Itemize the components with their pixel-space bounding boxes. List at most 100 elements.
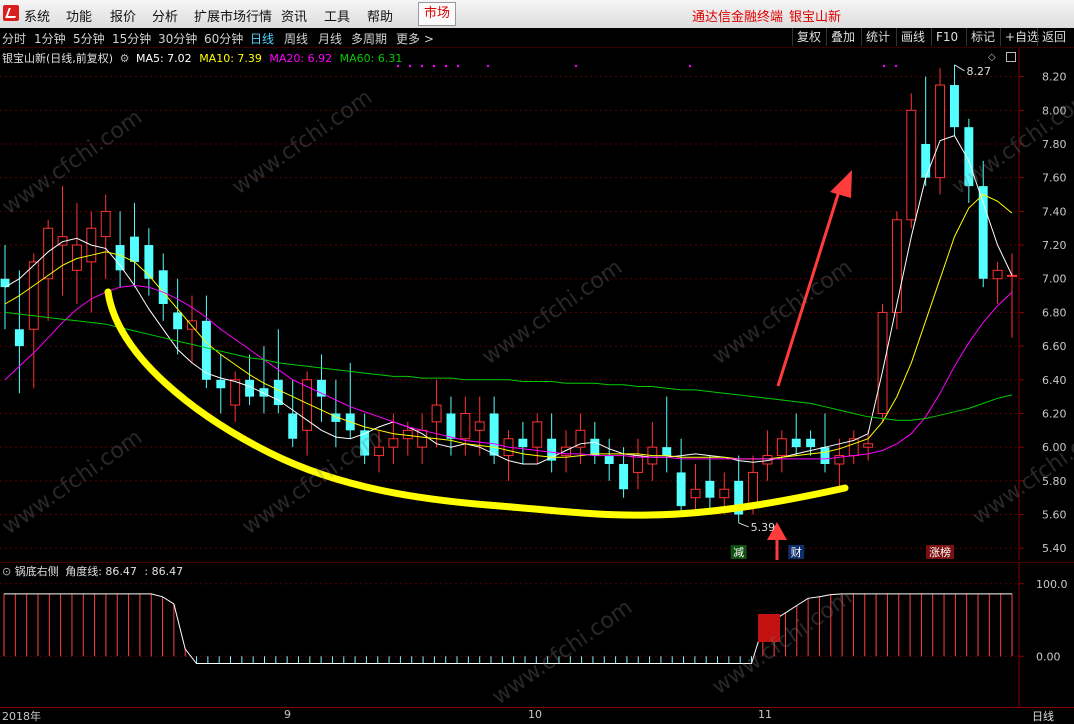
candle-body-down [216, 379, 226, 389]
indicator-axis: 100.0 0.00 [1019, 578, 1068, 663]
brand-name: 通达信金融终端 [692, 10, 784, 25]
event-marker-label: 财 [791, 545, 802, 559]
top-dot-mark [396, 64, 400, 68]
candle-body-down [273, 379, 283, 406]
event-markers: 减 财 涨榜 [730, 545, 955, 559]
period-intraday[interactable]: 分时 [2, 30, 26, 47]
statistics-button[interactable]: 统计 [861, 28, 894, 46]
y-tick-label: 6.80 [1042, 306, 1067, 319]
mark-button[interactable]: 标记 [966, 28, 999, 46]
brand-title: 通达信金融终端 银宝山新 [692, 6, 841, 25]
candle-body-down [115, 245, 125, 271]
candle-body-up [748, 471, 759, 507]
candle-body-down [791, 438, 801, 448]
low-price-label: 5.39 [751, 521, 776, 534]
x-axis-period-label: 日线 [1032, 710, 1054, 723]
candle-body-up [1007, 274, 1017, 277]
candle-body-down [978, 186, 988, 279]
indicator-value: : 86.47 [144, 565, 184, 578]
y-tick-label: 6.20 [1042, 407, 1067, 420]
candle-body-up [575, 429, 586, 448]
candle-body-down [130, 236, 139, 262]
period-60min[interactable]: 60分钟 [204, 30, 243, 47]
app-logo-icon[interactable] [3, 5, 19, 21]
adjust-button[interactable]: 复权 [792, 28, 825, 46]
indicator-angle-line: 角度线: 86.47 [65, 565, 137, 578]
period-more[interactable]: 更多 > [396, 30, 434, 47]
y-tick-label: 6.40 [1042, 374, 1067, 387]
candle-body-up [532, 421, 543, 448]
back-button[interactable]: 返回 [1037, 28, 1070, 46]
event-marker-label: 涨榜 [929, 545, 951, 559]
candle-body-up [402, 429, 413, 440]
candlestick-chart[interactable]: 8.208.007.807.607.407.207.006.806.606.40… [0, 48, 1074, 560]
candle-body-up [992, 269, 1003, 280]
candle-body-down [489, 413, 499, 456]
period-multi[interactable]: 多周期 [351, 30, 387, 47]
stock-name: 银宝山新 [789, 10, 842, 25]
candle-body-up [906, 109, 917, 221]
top-dot-mark [432, 64, 436, 68]
menu-item-tools[interactable]: 工具 [324, 6, 350, 25]
candle-body-down [662, 447, 672, 456]
candle-body-down [820, 447, 830, 464]
f10-button[interactable]: F10 [931, 28, 962, 46]
candle-body-up [474, 421, 485, 431]
candle-body-down [676, 472, 686, 507]
y-tick-label: 5.40 [1042, 542, 1067, 555]
period-30min[interactable]: 30分钟 [158, 30, 197, 47]
y-tick-label: 7.60 [1042, 172, 1067, 185]
y-tick-label: 7.40 [1042, 205, 1067, 218]
top-dot-mark [444, 64, 448, 68]
period-daily[interactable]: 日线 [250, 30, 274, 47]
period-1min[interactable]: 1分钟 [34, 30, 66, 47]
high-price-label: 8.27 [966, 65, 991, 78]
indicator-angle-line [4, 593, 1012, 664]
y-tick-label: 8.20 [1042, 71, 1067, 84]
x-label-11: 11 [758, 708, 772, 721]
overlay-button[interactable]: 叠加 [826, 28, 859, 46]
y-tick-label: 6.60 [1042, 340, 1067, 353]
candle-body-down [806, 438, 816, 448]
candle-body-down [288, 413, 298, 439]
candle-body-up [460, 412, 471, 440]
menu-item-extended-market[interactable]: 扩展市场行情 [194, 6, 272, 25]
draw-line-button[interactable]: 画线 [896, 28, 929, 46]
candle-body-down [144, 245, 154, 279]
period-monthly[interactable]: 月线 [318, 30, 342, 47]
top-dot-mark [894, 64, 898, 68]
menu-bar: 系统 功能 报价 分析 扩展市场行情 资讯 工具 帮助 市场 通达信金融终端 银宝… [0, 0, 1074, 29]
candle-body-up [891, 219, 902, 313]
menu-item-help[interactable]: 帮助 [367, 6, 393, 25]
candle-body-up [43, 227, 54, 280]
period-toolbar: 分时 1分钟 5分钟 15分钟 30分钟 60分钟 日线 周线 月线 多周期 更… [0, 28, 1074, 48]
top-dot-mark [420, 64, 424, 68]
candle-body-down [921, 144, 931, 178]
top-dot-mark [486, 64, 490, 68]
candle-body-down [173, 312, 183, 330]
x-label-10: 10 [528, 708, 542, 721]
period-weekly[interactable]: 周线 [284, 30, 308, 47]
candle-body-up [690, 488, 701, 499]
indicator-menu-icon[interactable]: ⊙ [2, 565, 11, 578]
candle-body-up [28, 261, 39, 330]
market-button[interactable]: 市场 [418, 2, 456, 26]
menu-item-quotes[interactable]: 报价 [110, 6, 136, 25]
indicator-y-tick-label: 100.0 [1036, 578, 1068, 591]
x-axis: 2018年 9 10 11 日线 [0, 707, 1074, 723]
candle-body-up [776, 438, 787, 457]
indicator-y-tick-label: 0.00 [1036, 650, 1061, 663]
menu-item-news[interactable]: 资讯 [281, 6, 307, 25]
indicator-legend: ⊙ 锅底右侧 角度线: 86.47 : 86.47 [2, 563, 183, 579]
high-pointer [954, 64, 965, 72]
menu-item-analysis[interactable]: 分析 [152, 6, 178, 25]
menu-item-function[interactable]: 功能 [66, 6, 92, 25]
candle-body-up [863, 443, 874, 448]
top-dot-mark [408, 64, 412, 68]
period-15min[interactable]: 15分钟 [112, 30, 151, 47]
period-5min[interactable]: 5分钟 [73, 30, 105, 47]
candle-body-down [446, 413, 456, 439]
menu-item-system[interactable]: 系统 [24, 6, 50, 25]
indicator-name: 锅底右侧 [14, 565, 59, 578]
candle-body-down [590, 438, 600, 456]
